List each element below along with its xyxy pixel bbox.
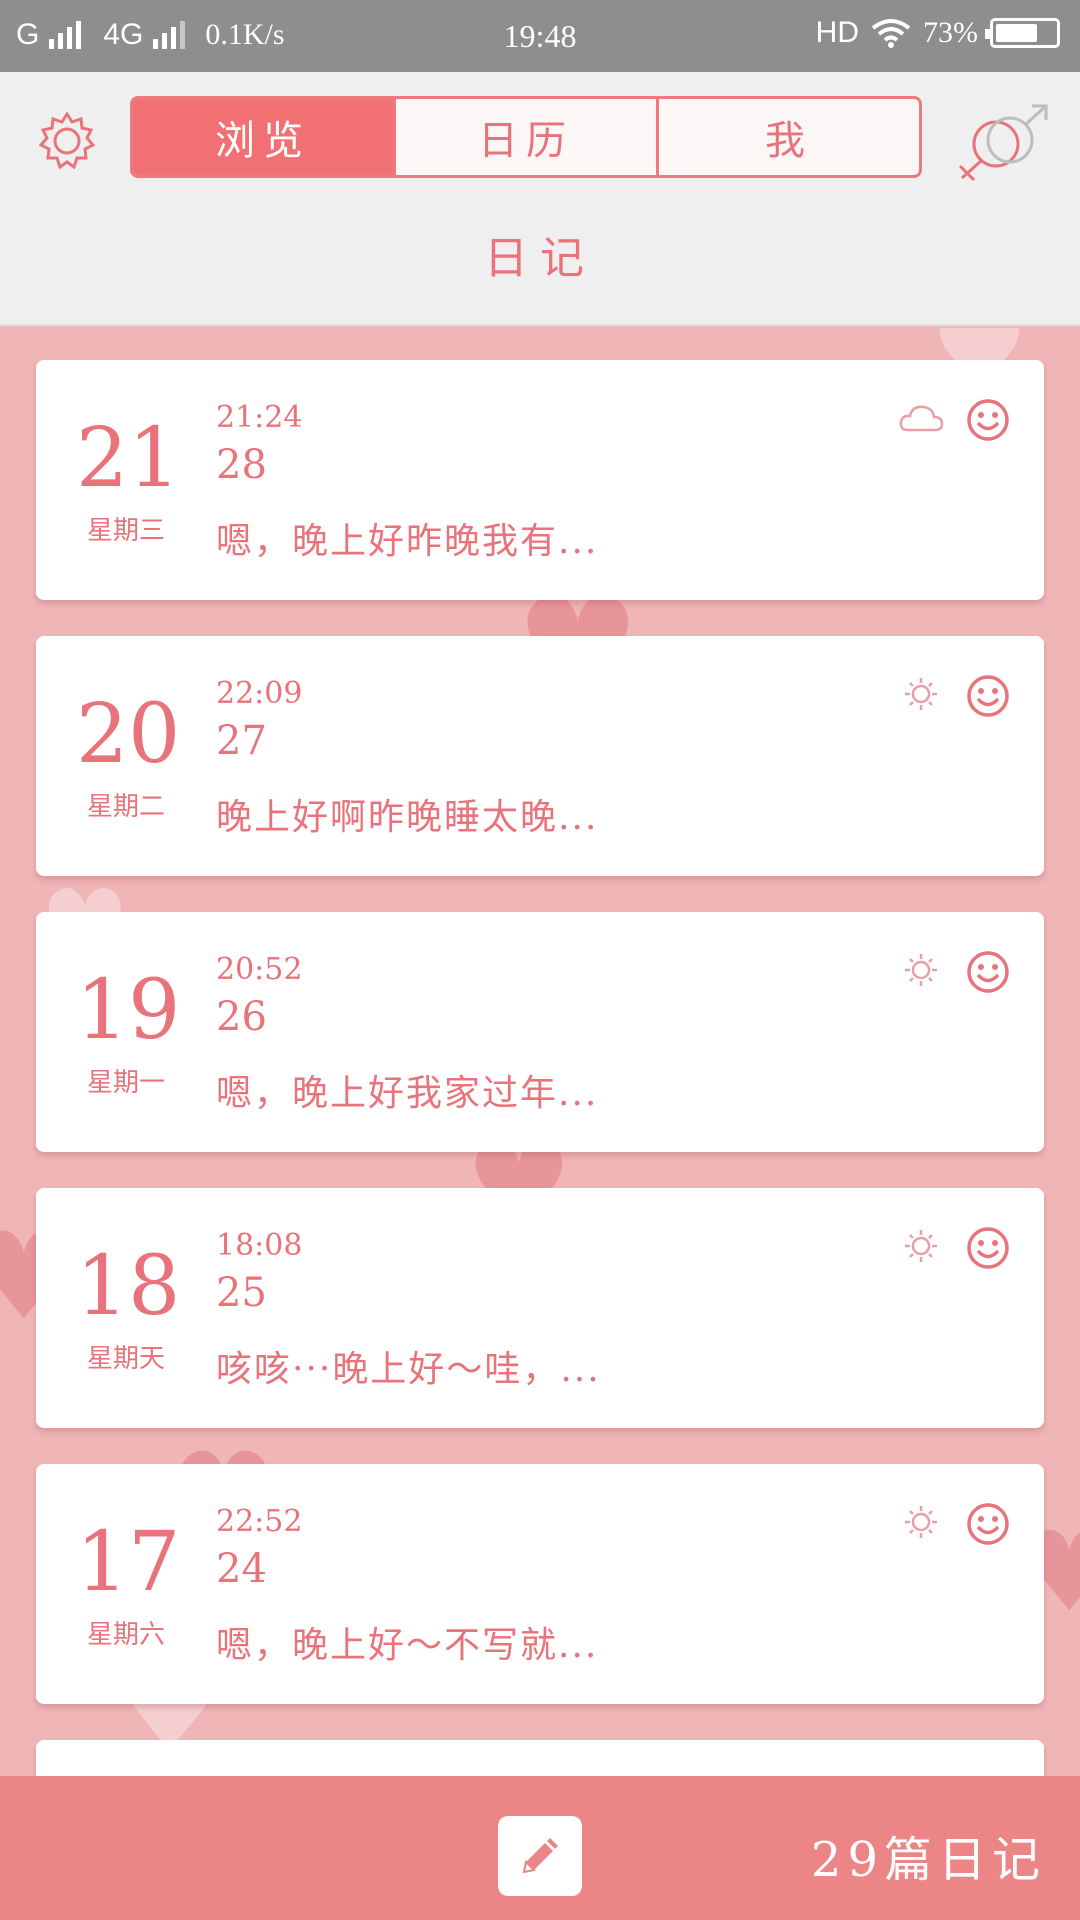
entry-number: 26 [216, 994, 267, 1040]
entry-number: 25 [216, 1270, 267, 1316]
diary-list[interactable]: ♥ ♥ ♥ ♥ ♥ ♥ ♥ ♥ 21 星期三 21:24 28 嗯，晚上好昨晚我… [0, 328, 1080, 1776]
settings-gear-icon[interactable] [36, 110, 98, 172]
sun-icon [905, 1506, 937, 1538]
entry-time: 20:52 [216, 952, 303, 987]
diary-count: 29篇日记 [810, 1832, 1046, 1888]
battery-icon [985, 18, 1060, 48]
entry-excerpt: 嗯，晚上好昨晚我有... [216, 521, 599, 562]
tab-me[interactable]: 我 [656, 99, 919, 175]
wifi-icon [871, 19, 911, 48]
entry-weekday: 星期一 [86, 1068, 165, 1098]
tab-calendar[interactable]: 日历 [393, 99, 656, 175]
sun-icon [905, 954, 937, 986]
smile-icon [967, 951, 1009, 993]
tab-bar: 浏览 日历 我 [130, 96, 922, 178]
smile-icon [967, 1227, 1009, 1269]
new-entry-button[interactable] [498, 1816, 582, 1896]
status-right: HD 73% [816, 16, 1060, 50]
entry-excerpt: 嗯，晚上好我家过年... [216, 1073, 599, 1114]
entry-excerpt: 咳咳···晚上好～哇，... [216, 1349, 601, 1390]
entry-excerpt: 嗯，晚上好～不写就... [216, 1625, 599, 1666]
sun-icon [905, 1230, 937, 1262]
battery-percent: 73% [923, 16, 978, 49]
entry-day: 17 [76, 1515, 181, 1610]
hd-indicator: HD [815, 16, 859, 49]
entry-time: 22:52 [216, 1504, 303, 1539]
entry-weekday: 星期三 [86, 516, 165, 546]
diary-entry-card[interactable]: 21 星期三 21:24 28 嗯，晚上好昨晚我有... [36, 360, 1044, 600]
diary-entry-card[interactable]: 18 星期天 18:08 25 咳咳···晚上好～哇，... [36, 1188, 1044, 1428]
smile-icon [967, 675, 1009, 717]
entry-number: 27 [216, 718, 267, 764]
page-title: 日记 [484, 233, 596, 284]
diary-entry-card-partial[interactable] [36, 1740, 1044, 1776]
entry-number: 28 [216, 442, 267, 488]
entry-day: 19 [76, 963, 181, 1058]
smile-icon [967, 399, 1009, 441]
pencil-icon [522, 1838, 558, 1874]
entry-excerpt: 晚上好啊昨晚睡太晚... [216, 797, 599, 838]
tab-browse[interactable]: 浏览 [133, 99, 393, 175]
app-header: 浏览 日历 我 日记 [0, 72, 1080, 326]
entry-weekday: 星期二 [86, 792, 165, 822]
entry-day: 20 [76, 687, 181, 782]
entry-time: 22:09 [216, 676, 303, 711]
entry-number: 24 [216, 1546, 267, 1592]
entry-time: 21:24 [216, 400, 303, 435]
smile-icon [967, 1503, 1009, 1545]
status-bar: G 4G 0.1K/s 19:48 HD 73% [0, 0, 1080, 72]
diary-entry-card[interactable]: 20 星期二 22:09 27 晚上好啊昨晚睡太晚... [36, 636, 1044, 876]
entry-day: 21 [76, 411, 181, 506]
gender-icon[interactable] [952, 102, 1052, 182]
entry-weekday: 星期天 [86, 1344, 165, 1374]
diary-entry-card[interactable]: 19 星期一 20:52 26 嗯，晚上好我家过年... [36, 912, 1044, 1152]
sun-icon [905, 678, 937, 710]
diary-entry-card[interactable]: 17 星期六 22:52 24 嗯，晚上好～不写就... [36, 1464, 1044, 1704]
cloud-icon [899, 405, 944, 432]
entry-day: 18 [76, 1239, 181, 1334]
entry-weekday: 星期六 [86, 1620, 165, 1650]
entry-time: 18:08 [216, 1228, 303, 1263]
bottom-bar: 29篇日记 [0, 1776, 1080, 1920]
